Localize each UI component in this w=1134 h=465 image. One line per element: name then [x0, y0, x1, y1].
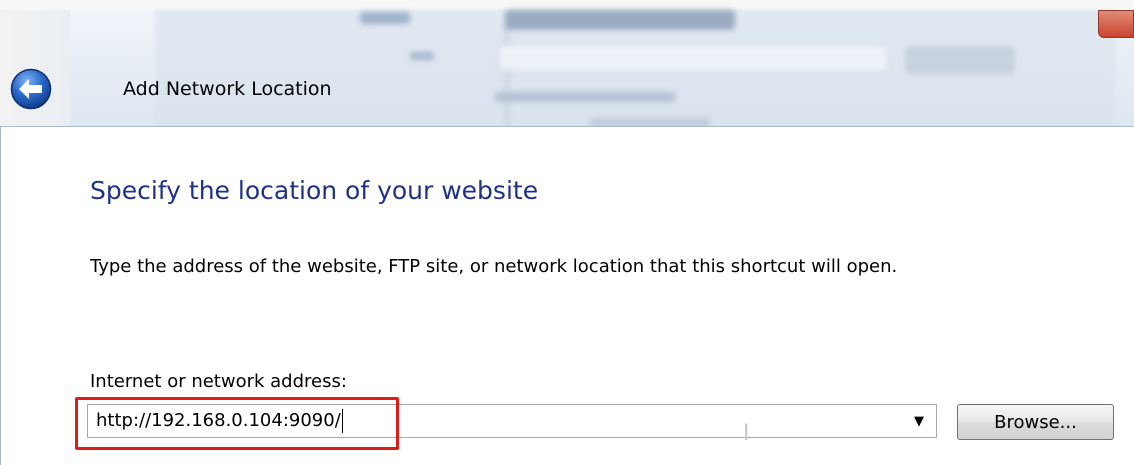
chevron-down-icon: ▼: [914, 413, 924, 429]
browse-button[interactable]: Browse...: [957, 404, 1114, 440]
blur-divider: [505, 20, 509, 126]
top-edge: [0, 0, 1134, 10]
blur-text: [495, 92, 675, 102]
blur-label: [360, 12, 410, 24]
address-label: Internet or network address:: [90, 371, 347, 392]
address-dropdown-button[interactable]: ▼: [902, 405, 936, 437]
address-combobox[interactable]: http://192.168.0.104:9090/ I ▼: [87, 404, 937, 446]
ibeam-cursor-icon: I: [743, 421, 750, 446]
blur-text: [590, 118, 710, 126]
close-button[interactable]: [1098, 10, 1134, 38]
blur-label: [410, 52, 434, 60]
address-input[interactable]: http://192.168.0.104:9090/: [96, 410, 341, 431]
blur-field: [498, 44, 888, 72]
main-instruction: Specify the location of your website: [90, 176, 539, 205]
back-arrow-icon: [10, 68, 52, 110]
blur-field: [505, 10, 735, 30]
back-button[interactable]: [10, 68, 52, 110]
wizard-content: Specify the location of your website Typ…: [0, 126, 1134, 465]
blur-button: [905, 46, 1015, 74]
description-text: Type the address of the website, FTP sit…: [90, 256, 898, 277]
title-bar: Add Network Location: [0, 0, 1134, 126]
text-caret: [342, 409, 343, 433]
window-title: Add Network Location: [123, 78, 332, 100]
